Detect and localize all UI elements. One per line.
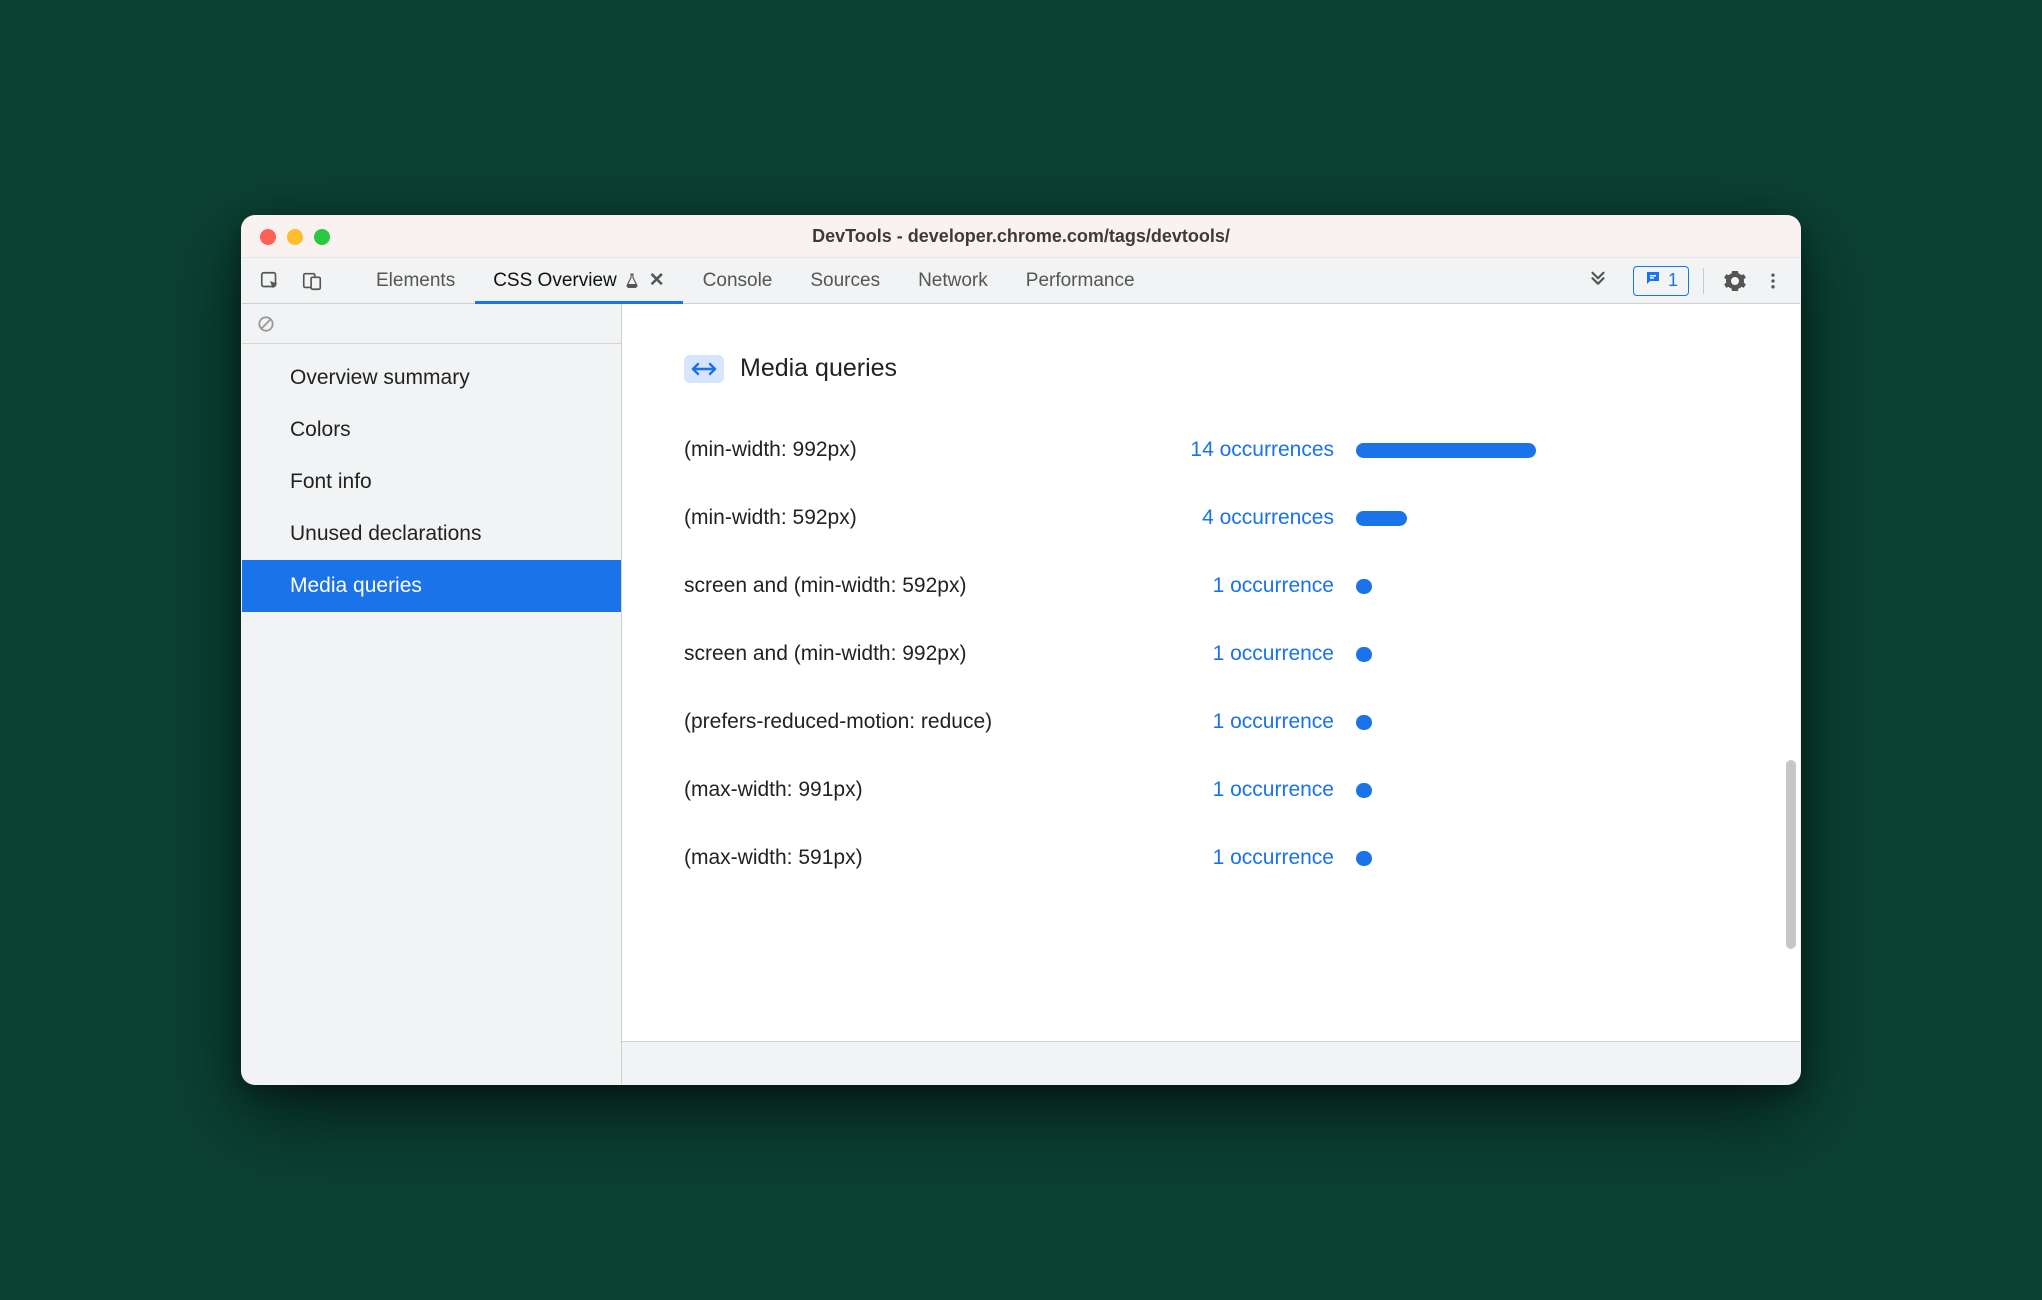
- occurrences-bar: [1356, 851, 1372, 866]
- tab-css-overview[interactable]: CSS Overview ✕: [475, 258, 682, 303]
- media-query-expression: (prefers-reduced-motion: reduce): [684, 710, 1144, 734]
- issues-badge[interactable]: 1: [1633, 266, 1689, 296]
- occurrences-link[interactable]: 1 occurrence: [1144, 642, 1334, 666]
- media-query-row: screen and (min-width: 592px)1 occurrenc…: [684, 565, 1738, 607]
- occurrences-bar: [1356, 511, 1407, 526]
- occurrences-bar-cell: [1334, 783, 1372, 798]
- tab-label: Sources: [810, 270, 880, 292]
- occurrences-link[interactable]: 1 occurrence: [1144, 846, 1334, 870]
- occurrences-link[interactable]: 1 occurrence: [1144, 778, 1334, 802]
- tab-label: Console: [703, 270, 773, 292]
- media-query-expression: screen and (min-width: 592px): [684, 574, 1144, 598]
- media-query-expression: (min-width: 992px): [684, 438, 1144, 462]
- zoom-window-button[interactable]: [314, 229, 330, 245]
- occurrences-bar: [1356, 715, 1372, 730]
- device-toolbar-icon[interactable]: [294, 263, 330, 299]
- toolbar-divider: [1703, 268, 1704, 294]
- issues-count: 1: [1668, 270, 1678, 291]
- media-query-row: screen and (min-width: 992px)1 occurrenc…: [684, 633, 1738, 675]
- media-query-row: (max-width: 991px)1 occurrence: [684, 769, 1738, 811]
- scrollbar[interactable]: [1786, 310, 1796, 1036]
- css-overview-sidebar: Overview summary Colors Font info Unused…: [242, 304, 622, 1084]
- tab-label: Performance: [1026, 270, 1135, 292]
- tab-console[interactable]: Console: [685, 258, 791, 303]
- devtools-window: DevTools - developer.chrome.com/tags/dev…: [241, 215, 1801, 1085]
- occurrences-bar-cell: [1334, 443, 1536, 458]
- section-title: Media queries: [740, 354, 897, 383]
- scrollbar-thumb[interactable]: [1786, 760, 1796, 949]
- minimize-window-button[interactable]: [287, 229, 303, 245]
- sidebar-item-colors[interactable]: Colors: [242, 404, 621, 456]
- media-query-expression: screen and (min-width: 992px): [684, 642, 1144, 666]
- occurrences-bar: [1356, 783, 1372, 798]
- tab-sources[interactable]: Sources: [792, 258, 898, 303]
- drawer-strip: [622, 1042, 1800, 1084]
- occurrences-bar-cell: [1334, 715, 1372, 730]
- devtools-toolbar: Elements CSS Overview ✕ Console Sources …: [242, 258, 1800, 304]
- media-query-expression: (min-width: 592px): [684, 506, 1144, 530]
- sidebar-item-overview-summary[interactable]: Overview summary: [242, 352, 621, 404]
- main-panel: Media queries (min-width: 992px)14 occur…: [622, 304, 1800, 1084]
- sidebar-item-label: Overview summary: [290, 366, 470, 389]
- media-query-row: (max-width: 591px)1 occurrence: [684, 837, 1738, 879]
- settings-gear-icon[interactable]: [1718, 264, 1752, 298]
- media-query-expression: (max-width: 991px): [684, 778, 1144, 802]
- occurrences-link[interactable]: 14 occurrences: [1144, 438, 1334, 462]
- experimental-flask-icon: [623, 272, 641, 290]
- tab-performance[interactable]: Performance: [1008, 258, 1153, 303]
- occurrences-bar: [1356, 443, 1536, 458]
- sidebar-item-label: Font info: [290, 470, 372, 493]
- tab-network[interactable]: Network: [900, 258, 1006, 303]
- close-tab-icon[interactable]: ✕: [649, 269, 665, 292]
- more-options-kebab-icon[interactable]: [1756, 264, 1790, 298]
- sidebar-item-label: Media queries: [290, 574, 422, 597]
- media-query-row: (prefers-reduced-motion: reduce)1 occurr…: [684, 701, 1738, 743]
- tab-elements[interactable]: Elements: [358, 258, 473, 303]
- inspect-element-icon[interactable]: [252, 263, 288, 299]
- occurrences-bar-cell: [1334, 851, 1372, 866]
- media-query-expression: (max-width: 591px): [684, 846, 1144, 870]
- sidebar-item-unused-declarations[interactable]: Unused declarations: [242, 508, 621, 560]
- tab-label: Elements: [376, 270, 455, 292]
- occurrences-bar-cell: [1334, 647, 1372, 662]
- close-window-button[interactable]: [260, 229, 276, 245]
- sidebar-item-label: Colors: [290, 418, 351, 441]
- tab-label: CSS Overview: [493, 270, 617, 292]
- clear-overview-icon[interactable]: [242, 304, 621, 344]
- titlebar: DevTools - developer.chrome.com/tags/dev…: [242, 216, 1800, 258]
- occurrences-link[interactable]: 1 occurrence: [1144, 574, 1334, 598]
- media-query-row: (min-width: 992px)14 occurrences: [684, 429, 1738, 471]
- media-query-row: (min-width: 592px)4 occurrences: [684, 497, 1738, 539]
- sidebar-item-label: Unused declarations: [290, 522, 481, 545]
- occurrences-bar-cell: [1334, 511, 1407, 526]
- issues-icon: [1644, 269, 1662, 292]
- traffic-lights: [260, 229, 330, 245]
- more-tabs-chevron-icon[interactable]: [1573, 258, 1623, 303]
- sidebar-item-font-info[interactable]: Font info: [242, 456, 621, 508]
- media-queries-icon: [684, 355, 724, 383]
- panel-tabs: Elements CSS Overview ✕ Console Sources …: [340, 258, 1153, 303]
- occurrences-bar-cell: [1334, 579, 1372, 594]
- occurrences-link[interactable]: 1 occurrence: [1144, 710, 1334, 734]
- sidebar-item-media-queries[interactable]: Media queries: [242, 560, 621, 612]
- occurrences-link[interactable]: 4 occurrences: [1144, 506, 1334, 530]
- occurrences-bar: [1356, 579, 1372, 594]
- window-title: DevTools - developer.chrome.com/tags/dev…: [242, 226, 1800, 247]
- tab-label: Network: [918, 270, 988, 292]
- occurrences-bar: [1356, 647, 1372, 662]
